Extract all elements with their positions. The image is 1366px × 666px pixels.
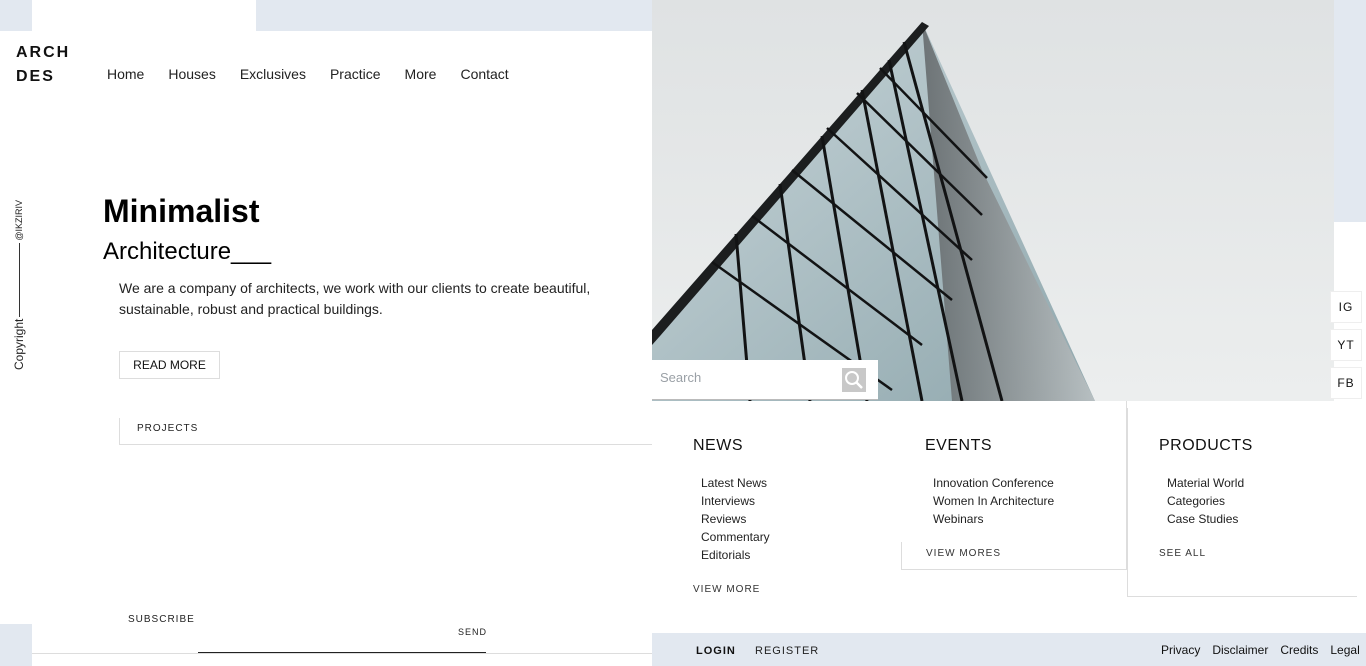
credits-link[interactable]: Credits — [1280, 643, 1318, 657]
events-list: Innovation Conference Women In Architect… — [933, 474, 1054, 528]
copyright-handle[interactable]: @IKZIRIV — [14, 200, 24, 241]
disclaimer-link[interactable]: Disclaimer — [1212, 643, 1268, 657]
copyright-label: Copyright — [12, 318, 26, 370]
social-facebook-button[interactable]: FB — [1330, 367, 1362, 399]
events-view-more-link[interactable]: VIEW MORES — [926, 548, 1001, 559]
read-more-button[interactable]: READ MORE — [119, 351, 220, 379]
events-item[interactable]: Webinars — [933, 510, 1054, 528]
decor-block-top — [256, 0, 652, 31]
search-input[interactable] — [660, 370, 830, 385]
news-item[interactable]: Latest News — [701, 474, 770, 492]
news-column: NEWS Latest News Interviews Reviews Comm… — [652, 401, 901, 633]
news-item[interactable]: Interviews — [701, 492, 770, 510]
news-title: NEWS — [693, 437, 743, 454]
login-link[interactable]: LOGIN — [696, 645, 736, 657]
news-item[interactable]: Commentary — [701, 528, 770, 546]
nav-more[interactable]: More — [405, 66, 437, 82]
legal-links: Privacy Disclaimer Credits Legal — [1161, 643, 1360, 657]
logo-line-1: ARCH — [16, 44, 71, 61]
decor-strip-right — [1334, 0, 1366, 222]
products-see-all-link[interactable]: SEE ALL — [1159, 548, 1206, 559]
projects-tab-label: PROJECTS — [137, 423, 199, 434]
products-item[interactable]: Categories — [1167, 492, 1244, 510]
hero-subtitle: Architecture___ — [103, 238, 272, 265]
products-list: Material World Categories Case Studies — [1167, 474, 1244, 528]
nav-practice[interactable]: Practice — [330, 66, 381, 82]
news-item[interactable]: Reviews — [701, 510, 770, 528]
decor-block-bottom-left — [0, 624, 32, 666]
nav-houses[interactable]: Houses — [168, 66, 215, 82]
subscribe-email-input[interactable] — [198, 632, 486, 653]
products-item[interactable]: Case Studies — [1167, 510, 1244, 528]
subscribe-label: SUBSCRIBE — [128, 614, 195, 625]
copyright-sidebar: Copyright @IKZIRIV — [8, 200, 30, 370]
products-item[interactable]: Material World — [1167, 474, 1244, 492]
events-title: EVENTS — [925, 437, 993, 454]
footer-divider — [32, 653, 652, 654]
decor-block-top-left — [0, 0, 32, 31]
projects-tab[interactable]: PROJECTS — [119, 418, 652, 445]
hero-description: We are a company of architects, we work … — [119, 280, 591, 317]
logo[interactable]: ARCH DES — [16, 41, 70, 89]
news-list: Latest News Interviews Reviews Commentar… — [701, 474, 770, 564]
nav-home[interactable]: Home — [107, 66, 144, 82]
news-item[interactable]: Editorials — [701, 546, 770, 564]
events-column: EVENTS Innovation Conference Women In Ar… — [901, 401, 1127, 570]
events-item[interactable]: Women In Architecture — [933, 492, 1054, 510]
events-divider — [901, 542, 902, 570]
legal-link[interactable]: Legal — [1330, 643, 1359, 657]
register-link[interactable]: REGISTER — [755, 645, 819, 657]
send-button[interactable]: SEND — [458, 627, 487, 637]
building-illustration — [652, 0, 1334, 401]
privacy-link[interactable]: Privacy — [1161, 643, 1200, 657]
search-icon[interactable] — [842, 368, 866, 392]
hero-building-image — [652, 0, 1334, 401]
events-item[interactable]: Innovation Conference — [933, 474, 1054, 492]
logo-line-2: DES — [16, 68, 55, 85]
social-youtube-button[interactable]: YT — [1330, 329, 1362, 361]
hero-title: Minimalist — [103, 193, 260, 229]
products-column: PRODUCTS Material World Categories Case … — [1127, 408, 1357, 597]
nav-contact[interactable]: Contact — [460, 66, 508, 82]
social-instagram-button[interactable]: IG — [1330, 291, 1362, 323]
nav-exclusives[interactable]: Exclusives — [240, 66, 306, 82]
main-nav: Home Houses Exclusives Practice More Con… — [107, 66, 533, 82]
news-view-more-link[interactable]: VIEW MORE — [693, 584, 760, 595]
products-title: PRODUCTS — [1159, 437, 1253, 454]
copyright-divider — [18, 242, 20, 317]
